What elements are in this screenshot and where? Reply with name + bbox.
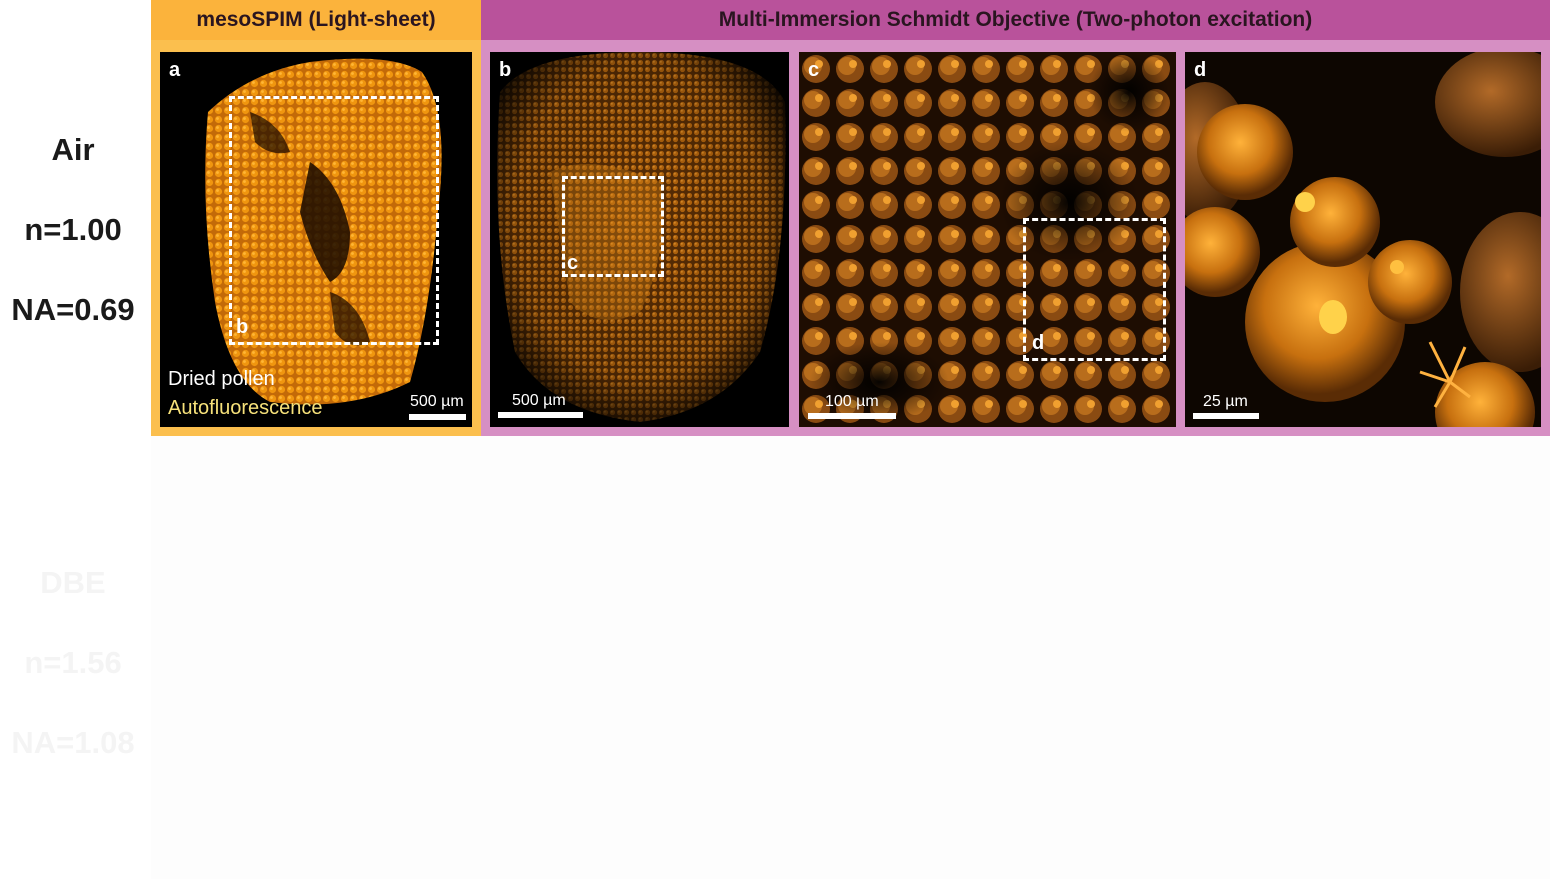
channel-label: Autofluorescence [168,397,323,419]
header-schmidt-objective: Multi-Immersion Schmidt Objective (Two-p… [481,0,1550,40]
row-label-refractive-index-air: n=1.00 [24,212,122,247]
scale-bar-b [498,412,583,418]
roi-box-b [229,96,439,345]
scale-label-b: 500 µm [512,392,566,409]
scale-bar-d [1193,413,1259,419]
panel-b-label: b [499,59,512,81]
panel-d-schmidt-closeup: d 25 µm [1185,52,1541,427]
scale-label-c: 100 µm [825,393,879,410]
panel-b-schmidt-overview: b c 500 µm [490,52,789,427]
panel-d-label: d [1194,59,1207,81]
panel-c-label: c [808,59,820,81]
panel-a-label: a [169,59,181,81]
roi-label-d: d [1032,332,1045,354]
scale-bar-c [808,413,896,419]
dbe-row-panels-faded [151,436,1550,879]
row-label-na-air: NA=0.69 [11,292,135,327]
scale-label-a: 500 µm [410,393,464,410]
panel-a-mesospim-pollen: a b Dried pollen Autofluorescence 500 µm [160,52,472,427]
row-label-medium-dbe: DBE [40,565,106,600]
header-mesospim: mesoSPIM (Light-sheet) [151,0,481,40]
row-label-medium-air: Air [51,132,95,167]
row-label-refractive-index-dbe: n=1.56 [24,645,122,680]
pollen-closeup-image [1185,52,1541,427]
sample-name-label: Dried pollen [168,368,275,390]
roi-box-d [1023,218,1166,361]
panel-c-schmidt-zoom: c d 100 µm [799,52,1176,427]
roi-label-b: b [236,316,249,338]
scale-bar-a [409,414,466,420]
scale-label-d: 25 µm [1203,393,1248,410]
row-label-na-dbe: NA=1.08 [11,725,135,760]
roi-label-c: c [567,252,579,274]
